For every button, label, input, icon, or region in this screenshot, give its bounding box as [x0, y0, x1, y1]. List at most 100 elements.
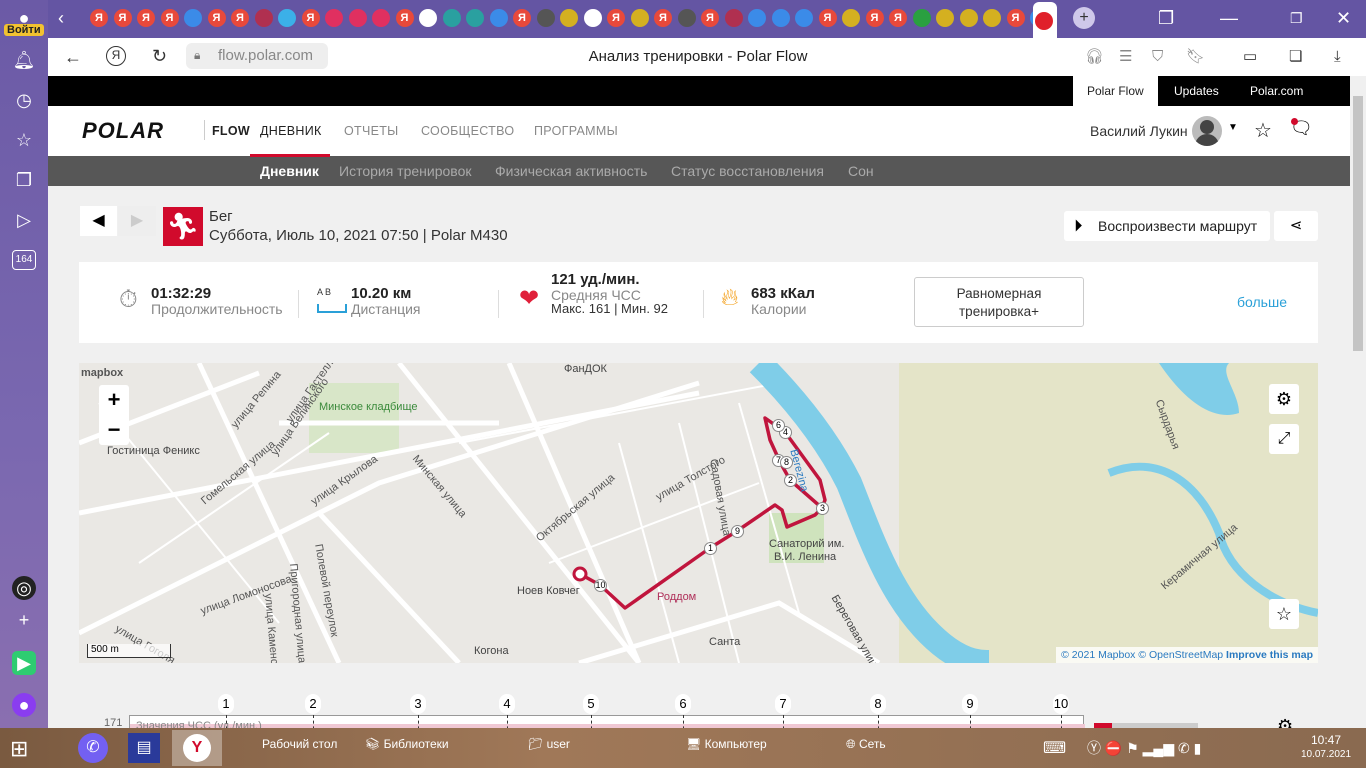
windows-start-icon[interactable]: ⊞	[10, 736, 28, 762]
play-icon[interactable]: ▷	[12, 208, 36, 232]
taskbar-item[interactable]: 📚︎ Библиотеки	[365, 737, 449, 751]
restore-icon[interactable]: ❐	[1290, 8, 1303, 28]
improve-map-link[interactable]: Improve this map	[1226, 649, 1313, 661]
km-marker[interactable]: 10	[594, 579, 607, 592]
next-workout-button[interactable]: ▶	[118, 206, 156, 236]
attribution-text[interactable]: © 2021 Mapbox © OpenStreetMap	[1061, 649, 1223, 661]
nav-programs[interactable]: ПРОГРАММЫ	[534, 124, 618, 138]
active-tab[interactable]	[1033, 2, 1057, 38]
browser-tab[interactable]: Я	[160, 9, 179, 27]
km-marker[interactable]: 9	[731, 525, 744, 538]
login-button[interactable]: Войти	[4, 24, 44, 36]
replay-route-button[interactable]: ⏵ Воспроизвести маршрут	[1064, 211, 1270, 241]
add-icon[interactable]: +	[12, 608, 36, 632]
browser-tab[interactable]: Я	[90, 9, 108, 27]
badge-counter[interactable]: 164	[12, 250, 36, 270]
browser-tab[interactable]: Я	[231, 9, 249, 27]
extension-icon[interactable]: ⛉	[1152, 47, 1163, 67]
tray-icons[interactable]: Ⓨ ⛔ ⚑ ▂▄▆ ✆ ▮	[1087, 738, 1201, 758]
bell-icon[interactable]: 🔔︎	[12, 48, 36, 72]
scrollbar-thumb[interactable]	[1353, 96, 1363, 351]
training-benefit-button[interactable]: Равномерная тренировка+	[914, 277, 1084, 327]
browser-tab[interactable]: Я	[889, 9, 907, 27]
browser-tab[interactable]	[748, 9, 766, 27]
map-favorite-button[interactable]: ☆	[1269, 599, 1299, 629]
nav-diary[interactable]: ДНЕВНИК	[260, 124, 322, 138]
browser-tab[interactable]: Я	[818, 9, 837, 27]
browser-tab[interactable]	[795, 9, 813, 27]
taskbar-item[interactable]: 🌐︎ Сеть	[846, 737, 886, 752]
browser-tab[interactable]	[184, 9, 202, 27]
tab-polar-flow[interactable]: Polar Flow	[1073, 76, 1158, 106]
user-menu-caret-icon[interactable]: ▼	[1228, 122, 1238, 133]
subnav-diary[interactable]: Дневник	[260, 163, 319, 179]
browser-tab[interactable]	[724, 9, 743, 27]
browser-tab[interactable]	[372, 9, 390, 27]
tab-polar-com[interactable]: Polar.com	[1236, 76, 1317, 106]
browser-tab[interactable]	[583, 9, 602, 27]
subnav-sleep[interactable]: Сон	[848, 163, 874, 179]
browser-tab[interactable]	[936, 9, 954, 27]
messenger-icon[interactable]: ▶	[12, 651, 36, 675]
chevron-left-icon[interactable]: ‹	[58, 8, 64, 28]
new-tab-button[interactable]: +	[1073, 7, 1095, 29]
browser-tab[interactable]	[630, 9, 649, 27]
zoom-out-button[interactable]: −	[99, 415, 129, 445]
headphones-icon[interactable]: 🎧︎	[1085, 47, 1104, 67]
chart-settings-icon[interactable]: ⚙	[1277, 716, 1293, 728]
close-icon[interactable]: ✕	[1336, 8, 1351, 28]
browser-tab[interactable]: Я	[654, 9, 672, 27]
km-marker[interactable]: 1	[704, 542, 717, 555]
subnav-history[interactable]: История тренировок	[339, 163, 471, 179]
browser-tab[interactable]	[348, 9, 367, 27]
clock-date[interactable]: 10.07.2021	[1296, 749, 1356, 760]
viber-icon[interactable]: ✆	[78, 733, 108, 763]
share-button[interactable]: ⋖	[1274, 211, 1318, 241]
browser-tab[interactable]: Я	[865, 9, 884, 27]
keyboard-icon[interactable]: ⌨	[1043, 738, 1066, 758]
browser-tab[interactable]	[536, 9, 555, 27]
map-settings-button[interactable]: ⚙	[1269, 384, 1299, 414]
subnav-activity[interactable]: Физическая активность	[495, 163, 647, 179]
user-name[interactable]: Василий Лукин	[1090, 123, 1188, 139]
browser-tab[interactable]	[489, 9, 508, 27]
browser-tab[interactable]	[912, 9, 931, 27]
browser-tab[interactable]	[442, 9, 461, 27]
browser-tab[interactable]	[771, 9, 790, 27]
tab-updates[interactable]: Updates	[1160, 76, 1233, 106]
minimize-icon[interactable]: —	[1220, 8, 1238, 28]
battery-icon[interactable]: ▭	[1243, 47, 1257, 67]
browser-tab[interactable]: Я	[513, 9, 531, 27]
avatar[interactable]	[1192, 116, 1222, 146]
km-marker[interactable]: 6	[772, 419, 785, 432]
route-map[interactable]: 1 2 3 4 6 7 8 9 10 Минское кладбище Гостиница Фен…	[79, 363, 1318, 663]
browser-tab[interactable]	[560, 9, 578, 27]
mapbox-logo[interactable]: mapbox	[81, 367, 123, 379]
taskbar-item[interactable]: 🖥︎ Компьютер	[686, 737, 767, 751]
nav-community[interactable]: СООБЩЕСТВО	[421, 124, 514, 138]
browser-tab[interactable]: Я	[113, 9, 132, 27]
fullscreen-button[interactable]: ⤢	[1269, 424, 1299, 454]
browser-tab[interactable]	[677, 9, 696, 27]
bookmark-icon[interactable]: 🔖︎	[1186, 47, 1205, 67]
browser-tab[interactable]	[959, 9, 978, 27]
favorites-star-icon[interactable]: ☆	[1254, 118, 1272, 143]
collections-icon[interactable]: ❐	[12, 168, 36, 192]
polar-logo[interactable]: POLAR	[82, 118, 164, 144]
taskbar-item[interactable]: Рабочий стол	[262, 737, 337, 751]
nav-reports[interactable]: ОТЧЕТЫ	[344, 124, 399, 138]
app-icon[interactable]: ◎	[12, 576, 36, 600]
browser-tab[interactable]: Я	[607, 9, 625, 27]
zoom-in-button[interactable]: +	[99, 385, 129, 415]
more-link[interactable]: больше	[1237, 294, 1287, 310]
browser-tab[interactable]	[325, 9, 343, 27]
browser-tab[interactable]	[983, 9, 1001, 27]
prev-workout-button[interactable]: ◀	[80, 206, 117, 236]
browser-tab[interactable]: Я	[301, 9, 320, 27]
taskbar-item[interactable]: 📁︎ user	[528, 737, 570, 751]
browser-tab[interactable]: Я	[207, 9, 226, 27]
page-scrollbar[interactable]	[1350, 76, 1366, 728]
alice-icon[interactable]: ●	[12, 693, 36, 717]
browser-tab[interactable]	[254, 9, 273, 27]
browser-tab[interactable]	[278, 9, 296, 27]
